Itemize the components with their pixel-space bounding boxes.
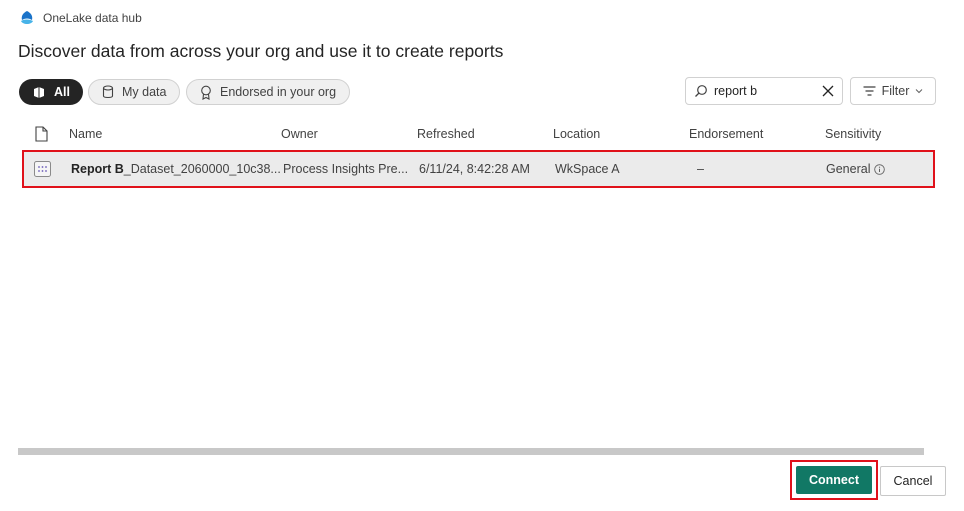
row-name[interactable]: Report B_Dataset_2060000_10c38... [71, 162, 281, 176]
info-icon[interactable] [874, 163, 886, 175]
page-title: Discover data from across your org and u… [18, 41, 504, 61]
filter-pill-label: All [54, 85, 70, 99]
header-brand: OneLake data hub [19, 10, 142, 26]
column-header-sensitivity[interactable]: Sensitivity [825, 127, 881, 141]
connect-button[interactable]: Connect [796, 466, 872, 494]
column-header-refreshed[interactable]: Refreshed [417, 127, 475, 141]
row-name-rest: _Dataset_2060000_10c38... [123, 162, 281, 176]
database-icon [102, 85, 114, 99]
row-sensitivity: General [826, 162, 886, 176]
row-owner: Process Insights Pre... [283, 162, 409, 176]
horizontal-scrollbar[interactable] [18, 448, 924, 455]
column-header-name[interactable]: Name [69, 127, 102, 141]
brand-label: OneLake data hub [43, 11, 142, 25]
filter-pill-all[interactable]: All [19, 79, 83, 105]
filter-pill-endorsed[interactable]: Endorsed in your org [186, 79, 351, 105]
filter-lines-icon [863, 86, 876, 96]
column-header-location[interactable]: Location [553, 127, 600, 141]
filter-label: Filter [881, 84, 910, 98]
clear-search-icon[interactable] [822, 85, 834, 97]
search-box[interactable] [685, 77, 843, 105]
row-location: WkSpace A [555, 162, 620, 176]
onelake-logo-icon [21, 11, 33, 24]
cancel-button[interactable]: Cancel [880, 466, 946, 496]
column-header-owner[interactable]: Owner [281, 127, 318, 141]
filter-button[interactable]: Filter [850, 77, 936, 105]
filter-pill-my-data[interactable]: My data [88, 79, 181, 105]
sensitivity-label: General [826, 162, 871, 176]
search-input[interactable] [714, 84, 804, 98]
search-icon [695, 85, 707, 97]
row-refreshed: 6/11/24, 8:42:28 AM [419, 162, 530, 176]
row-endorsement: – [697, 162, 704, 176]
row-name-match: Report B [71, 162, 124, 176]
filter-pill-label: Endorsed in your org [220, 85, 337, 99]
file-type-icon [35, 126, 48, 142]
ribbon-icon [201, 85, 211, 100]
chevron-down-icon [916, 89, 923, 94]
filter-pill-label: My data [122, 85, 167, 99]
cubes-icon [34, 87, 44, 98]
semantic-model-icon [34, 161, 51, 177]
column-header-endorsement[interactable]: Endorsement [689, 127, 763, 141]
